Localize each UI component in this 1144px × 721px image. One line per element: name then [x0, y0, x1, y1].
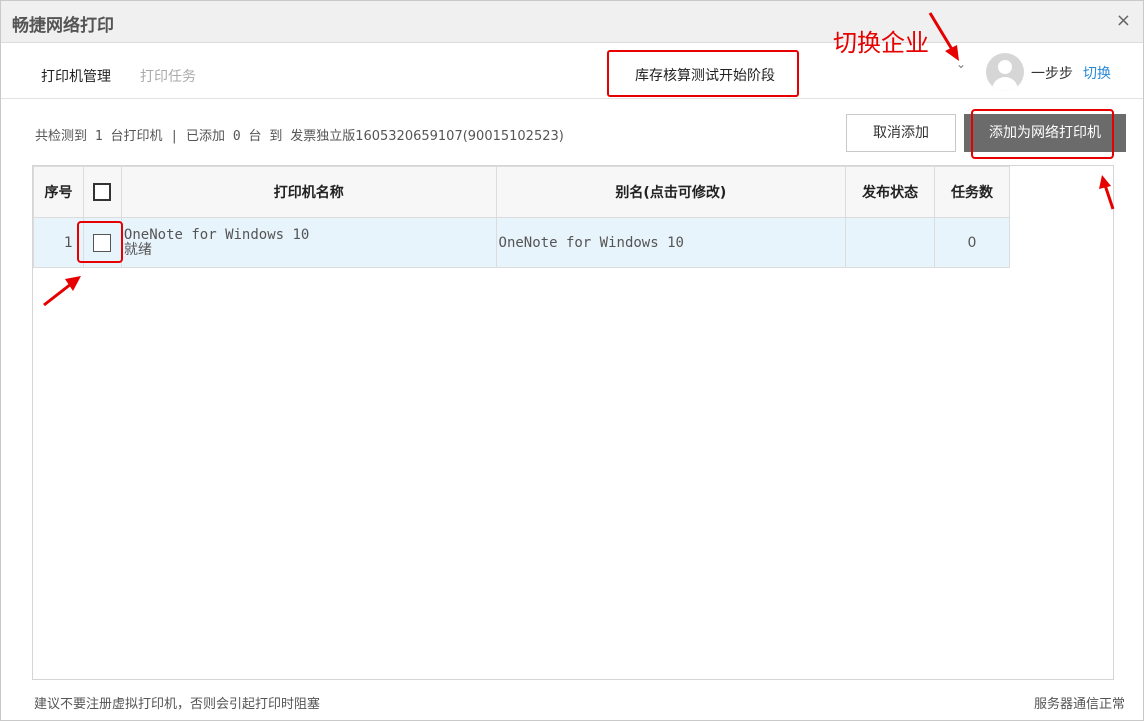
- tab-printer-management[interactable]: 打印机管理: [41, 66, 111, 86]
- summary-to: 到: [269, 129, 283, 144]
- annotation-switch-company: 切换企业: [833, 29, 929, 57]
- column-header-seq: 序号: [33, 166, 84, 218]
- summary-added-unit: 台: [248, 129, 262, 144]
- summary-added-prefix: 已添加: [186, 129, 226, 144]
- table-header-row: 序号 打印机名称 别名(点击可修改) 发布状态 任务数: [33, 166, 1010, 218]
- server-status: 服务器通信正常: [1033, 697, 1125, 712]
- username: 一步步: [1031, 66, 1073, 82]
- summary-separator: |: [170, 129, 179, 144]
- footer-hint: 建议不要注册虚拟打印机，否则会引起打印时阻塞: [34, 697, 321, 712]
- printer-table: 序号 打印机名称 别名(点击可修改) 发布状态 任务数 1 OneNote fo…: [33, 166, 1010, 268]
- nav-bar: 打印机管理 打印任务 库存核算测试开始阶段 ⌄ 一步步 切换: [1, 43, 1143, 99]
- company-selector[interactable]: 库存核算测试开始阶段: [607, 50, 799, 97]
- table-row[interactable]: 1 OneNote for Windows 10 就绪 OneNote for …: [33, 217, 1010, 268]
- row-select-cell: [82, 217, 122, 268]
- column-header-publish-status: 发布状态: [845, 166, 936, 218]
- chevron-down-icon[interactable]: ⌄: [956, 57, 966, 71]
- title-bar: 畅捷网络打印 ×: [1, 1, 1143, 43]
- column-header-select: [82, 166, 122, 218]
- tab-print-tasks[interactable]: 打印任务: [140, 66, 196, 86]
- row-publish-status: [845, 217, 936, 268]
- column-header-printer-name: 打印机名称: [120, 166, 497, 218]
- avatar-head-shape: [998, 60, 1012, 74]
- row-printer-name-cell: OneNote for Windows 10 就绪: [120, 217, 497, 268]
- summary-target: 发票独立版1605320659107(90015102523): [290, 129, 564, 144]
- row-alias[interactable]: OneNote for Windows 10: [495, 217, 847, 268]
- close-icon[interactable]: ×: [1116, 10, 1131, 31]
- avatar-body-shape: [992, 77, 1018, 91]
- cancel-add-button[interactable]: 取消添加: [846, 114, 956, 152]
- network-print-window: 畅捷网络打印 × 打印机管理 打印任务 库存核算测试开始阶段 ⌄ 一步步 切换 …: [0, 0, 1144, 721]
- column-header-alias: 别名(点击可修改): [495, 166, 847, 218]
- summary-detected-prefix: 共检测到: [35, 129, 88, 144]
- row-select-checkbox[interactable]: [93, 233, 112, 252]
- add-network-printer-button[interactable]: 添加为网络打印机: [964, 114, 1126, 152]
- column-header-task-count: 任务数: [934, 166, 1010, 218]
- company-name: 库存核算测试开始阶段: [635, 68, 775, 84]
- summary-detected-count: 1: [94, 129, 103, 144]
- row-printer-name: OneNote for Windows 10: [123, 226, 310, 243]
- printer-table-container: 序号 打印机名称 别名(点击可修改) 发布状态 任务数 1 OneNote fo…: [32, 165, 1114, 680]
- window-title: 畅捷网络打印: [12, 16, 114, 36]
- row-seq: 1: [33, 217, 84, 268]
- avatar[interactable]: [986, 53, 1024, 91]
- summary-detected-unit: 台打印机: [110, 129, 163, 144]
- row-task-count: 0: [934, 217, 1010, 268]
- select-all-checkbox[interactable]: [93, 183, 112, 201]
- switch-account-link[interactable]: 切换: [1083, 63, 1111, 83]
- detection-summary: 共检测到 1 台打印机 | 已添加 0 台 到 发票独立版16053206591…: [35, 125, 564, 144]
- summary-added-count: 0: [232, 129, 241, 144]
- row-printer-state: 就绪: [123, 241, 152, 258]
